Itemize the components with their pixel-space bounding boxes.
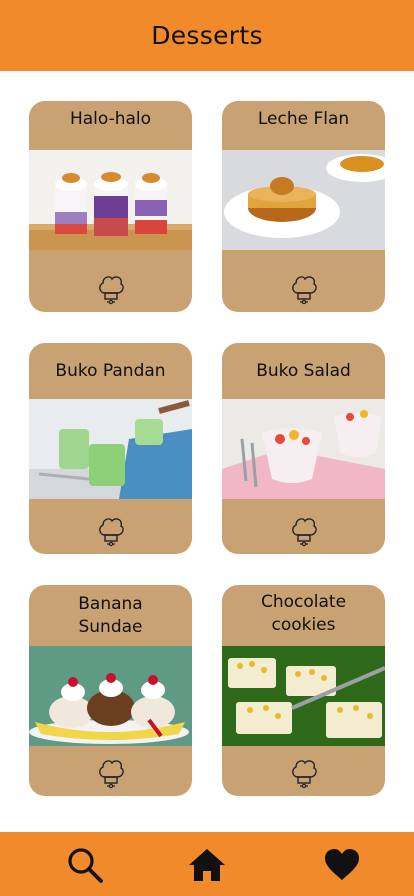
chocolate-cookies-image <box>222 646 385 746</box>
card-title-line: Halo-halo <box>69 108 152 129</box>
chef-hat-icon[interactable] <box>290 273 318 305</box>
dessert-card-chocolate-cookies[interactable]: Chocolate cookies <box>222 585 385 796</box>
dessert-card-buko-salad[interactable]: Buko Salad <box>222 343 385 554</box>
card-title: Halo-halo <box>29 101 192 137</box>
dessert-card-banana-sundae[interactable]: Banana Sundae <box>29 585 192 796</box>
card-title-line: Sundae <box>78 617 143 637</box>
halo-halo-image <box>29 150 192 250</box>
card-title-line: Leche Flan <box>257 108 350 129</box>
dessert-card-halo-halo[interactable]: Halo-halo <box>29 101 192 312</box>
card-title-line: Buko Salad <box>256 360 351 381</box>
card-title-line: Banana <box>78 594 143 614</box>
card-title: Leche Flan <box>222 101 385 137</box>
dessert-card-leche-flan[interactable]: Leche Flan <box>222 101 385 312</box>
card-title-line: cookies <box>271 615 336 635</box>
dessert-card-buko-pandan[interactable]: Buko Pandan <box>29 343 192 554</box>
page-title: Desserts <box>151 21 263 50</box>
card-title: Banana Sundae <box>29 585 192 647</box>
card-title-line: Buko Pandan <box>55 360 166 381</box>
card-title: Buko Salad <box>222 343 385 399</box>
buko-salad-image <box>222 399 385 499</box>
app-header: Desserts <box>0 0 414 71</box>
card-title-line: Chocolate <box>260 592 347 612</box>
card-title: Buko Pandan <box>29 343 192 399</box>
chef-hat-icon[interactable] <box>97 757 125 789</box>
buko-pandan-image <box>29 399 192 499</box>
chef-hat-icon[interactable] <box>97 515 125 547</box>
chef-hat-icon[interactable] <box>97 273 125 305</box>
leche-flan-image <box>222 150 385 250</box>
chef-hat-icon[interactable] <box>290 515 318 547</box>
bottom-nav <box>0 832 414 896</box>
banana-sundae-image <box>29 646 192 746</box>
card-title: Chocolate cookies <box>222 585 385 647</box>
heart-icon[interactable] <box>323 846 361 884</box>
chef-hat-icon[interactable] <box>290 757 318 789</box>
search-icon[interactable] <box>66 846 104 884</box>
home-icon[interactable] <box>188 846 226 884</box>
